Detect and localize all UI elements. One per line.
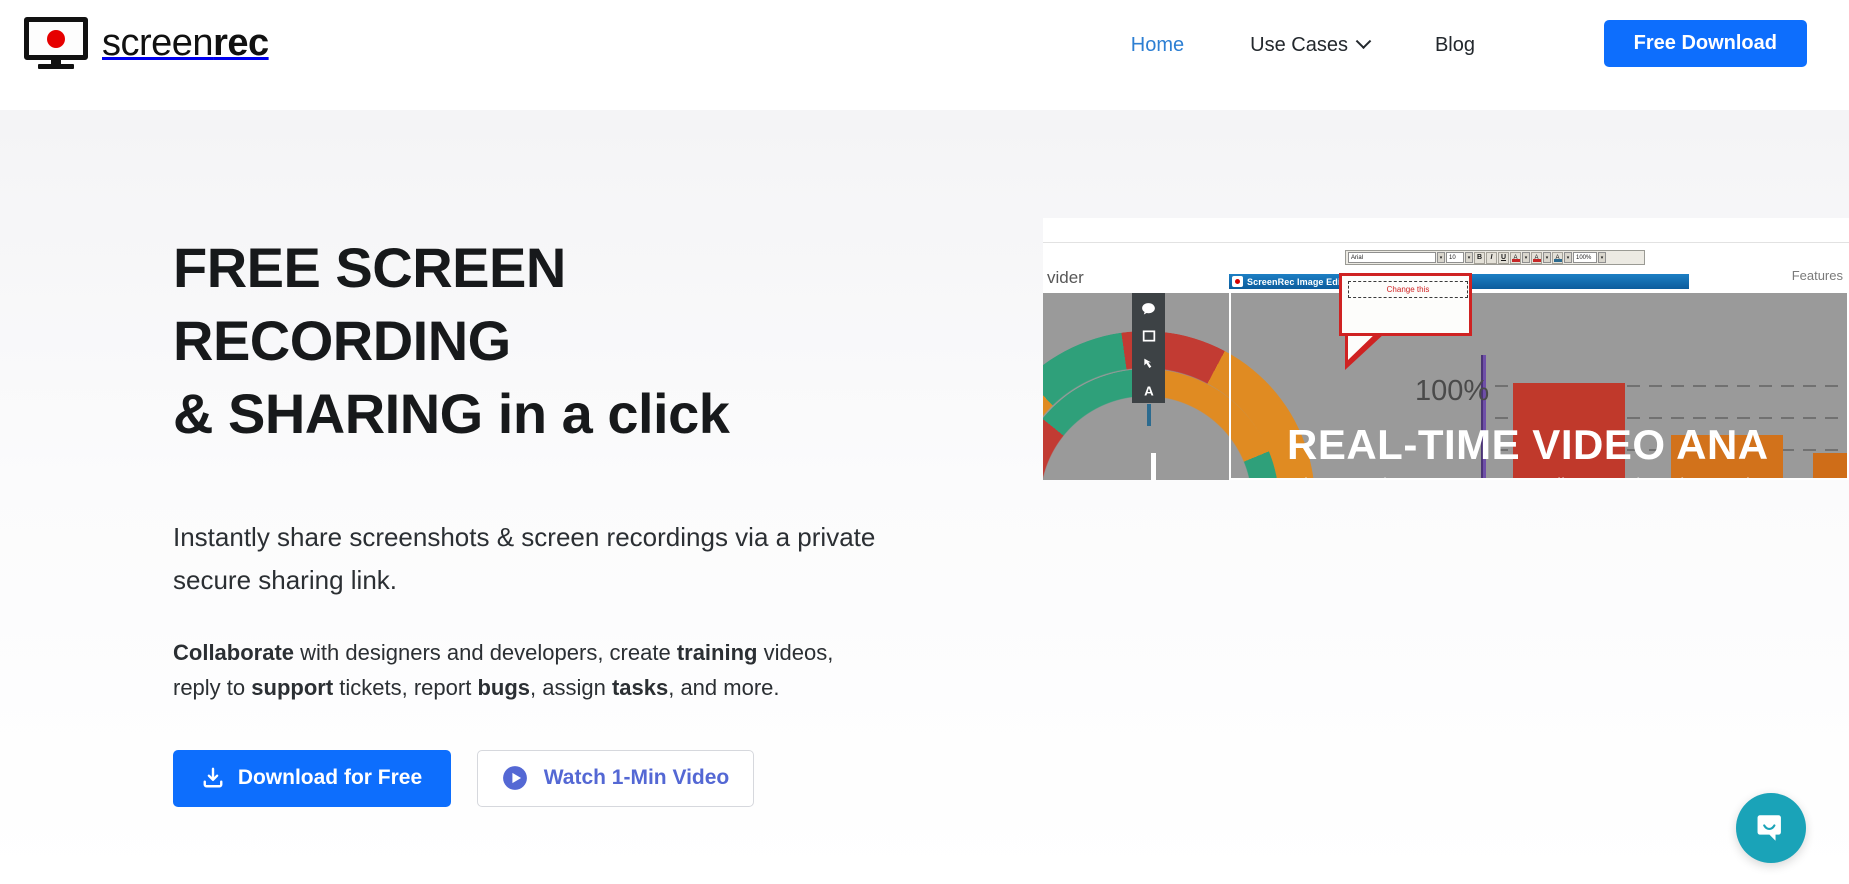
callout-text-input[interactable]: Change this xyxy=(1348,281,1468,298)
nav-item-blog-label: Blog xyxy=(1435,34,1475,57)
brand-name-light: screen xyxy=(102,22,213,64)
hero-body-seg10: , and more. xyxy=(668,675,779,700)
hero-copy: FREE SCREEN RECORDING & SHARING in a cli… xyxy=(173,232,913,807)
text-color-button[interactable]: A xyxy=(1510,252,1521,264)
hero-cta-group: Download for Free Watch 1-Min Video xyxy=(173,750,913,807)
font-size-select[interactable]: 10 xyxy=(1446,252,1464,263)
hero-body-bold-tasks: tasks xyxy=(612,675,668,700)
highlight-color-button[interactable]: A xyxy=(1531,252,1542,264)
page-root: screenrec Home Use Cases Blog Free Downl… xyxy=(0,0,1849,884)
underline-button[interactable]: U xyxy=(1498,252,1509,264)
arrow-icon[interactable] xyxy=(1136,352,1162,376)
screenrec-app-icon xyxy=(1232,276,1243,287)
brand-logo[interactable]: screenrec xyxy=(24,17,269,69)
chat-bubble-smile-icon xyxy=(1754,811,1788,845)
italic-button[interactable]: I xyxy=(1486,252,1497,264)
hero-product-screenshot: vider Features 100% 70% 70 REAL-TIME VID xyxy=(1043,218,1849,480)
callout-bubble: Change this xyxy=(1339,273,1472,336)
hero-body-seg2: with designers and developers, create xyxy=(294,640,677,665)
callout-text: Change this xyxy=(1387,285,1430,294)
main-navigation: Home Use Cases Blog xyxy=(1098,28,1508,63)
nav-item-use-cases-label: Use Cases xyxy=(1250,34,1348,57)
hero-body-bold-bugs: bugs xyxy=(477,675,530,700)
nav-item-home[interactable]: Home xyxy=(1098,28,1217,63)
nav-item-blog[interactable]: Blog xyxy=(1402,28,1508,63)
shot-background-word: vider xyxy=(1047,268,1084,288)
hero-body-seg8: , assign xyxy=(530,675,612,700)
font-family-select[interactable]: Arial xyxy=(1348,252,1436,263)
watch-video-button[interactable]: Watch 1-Min Video xyxy=(477,750,754,807)
bold-button[interactable]: B xyxy=(1474,252,1485,264)
format-toolbar: Arial ▾ 10 ▾ B I U A ▾ A ▾ A ▾ 100% ▾ xyxy=(1345,250,1645,265)
free-download-button[interactable]: Free Download xyxy=(1604,20,1807,67)
download-for-free-label: Download for Free xyxy=(238,766,422,790)
rail-tick xyxy=(1151,453,1156,480)
highlight-dropdown-icon[interactable]: ▾ xyxy=(1543,252,1551,263)
brand-wordmark: screenrec xyxy=(102,24,269,62)
site-header: screenrec Home Use Cases Blog Free Downl… xyxy=(0,0,1849,110)
hero-body-bold-training: training xyxy=(677,640,758,665)
hero-body-text: Collaborate with designers and developer… xyxy=(173,635,863,706)
editor-tool-rail: A xyxy=(1132,293,1165,403)
page-title: FREE SCREEN RECORDING & SHARING in a cli… xyxy=(173,232,913,450)
monitor-record-icon xyxy=(24,17,88,69)
hero-body-seg6: tickets, report xyxy=(333,675,477,700)
speech-bubble-icon[interactable] xyxy=(1136,297,1162,321)
nav-item-use-cases[interactable]: Use Cases xyxy=(1217,28,1402,63)
font-family-dropdown-icon[interactable]: ▾ xyxy=(1437,252,1445,263)
play-circle-icon xyxy=(502,765,528,791)
annotation-callout[interactable]: Change this xyxy=(1339,273,1472,369)
brand-name-bold: rec xyxy=(213,22,269,64)
fill-dropdown-icon[interactable]: ▾ xyxy=(1564,252,1572,263)
hero-subtitle: Instantly share screenshots & screen rec… xyxy=(173,516,893,600)
chevron-down-icon xyxy=(1356,33,1372,49)
zoom-select[interactable]: 100% xyxy=(1573,252,1597,263)
watch-video-label: Watch 1-Min Video xyxy=(544,766,730,790)
hero-section: FREE SCREEN RECORDING & SHARING in a cli… xyxy=(0,110,1849,884)
rail-divider xyxy=(1147,404,1151,426)
svg-text:A: A xyxy=(1144,384,1154,399)
download-icon xyxy=(202,767,224,789)
hero-body-bold-collaborate: Collaborate xyxy=(173,640,294,665)
editor-window-frame xyxy=(1229,281,1849,480)
hero-title-line2: & SHARING in a click xyxy=(173,382,729,445)
editor-window-title: ScreenRec Image Editor xyxy=(1247,277,1353,287)
hero-title-line1: FREE SCREEN RECORDING xyxy=(173,236,566,372)
nav-item-home-label: Home xyxy=(1131,34,1184,57)
font-size-dropdown-icon[interactable]: ▾ xyxy=(1465,252,1473,263)
shot-background-rule xyxy=(1043,242,1849,243)
download-for-free-button[interactable]: Download for Free xyxy=(173,750,451,807)
zoom-dropdown-icon[interactable]: ▾ xyxy=(1598,252,1606,263)
chat-launcher-button[interactable] xyxy=(1736,793,1806,863)
rectangle-icon[interactable] xyxy=(1136,324,1162,348)
fill-color-button[interactable]: A xyxy=(1552,252,1563,264)
text-tool-icon[interactable]: A xyxy=(1136,379,1162,403)
hero-body-bold-support: support xyxy=(251,675,333,700)
text-color-dropdown-icon[interactable]: ▾ xyxy=(1522,252,1530,263)
